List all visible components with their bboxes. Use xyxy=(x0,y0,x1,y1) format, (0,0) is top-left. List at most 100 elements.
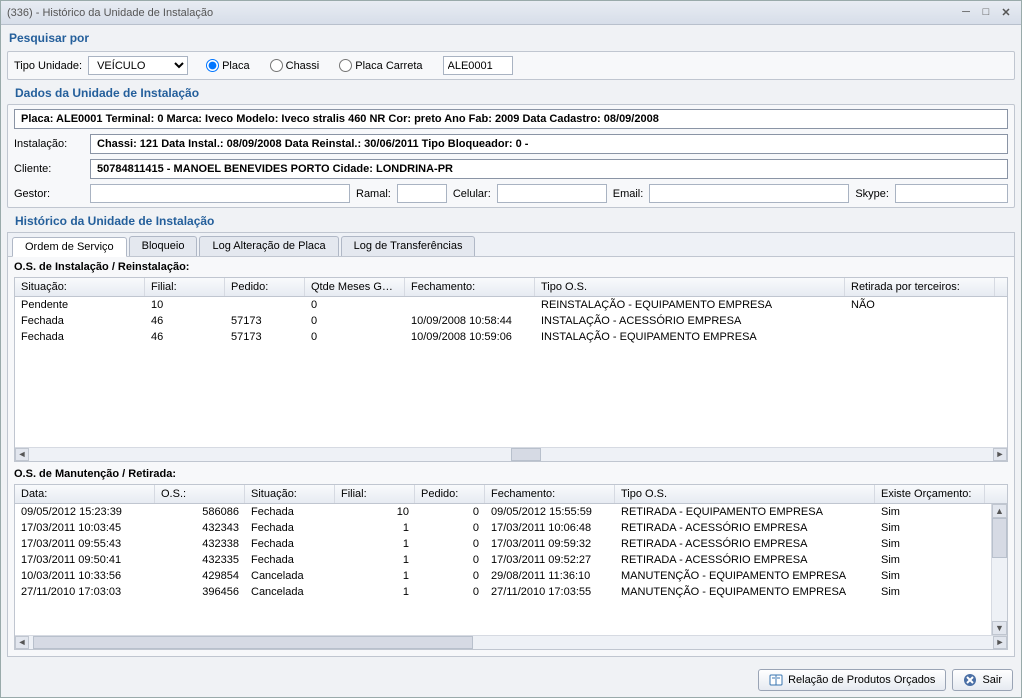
table-cell: 1 xyxy=(335,520,415,536)
celular-input[interactable] xyxy=(497,184,607,203)
grid2-vscroll[interactable]: ▲▼ xyxy=(991,504,1007,635)
table-cell: 10 xyxy=(335,504,415,520)
radio-chassi[interactable]: Chassi xyxy=(270,59,320,72)
table-cell: 17/03/2011 09:55:43 xyxy=(15,536,155,552)
radio-placa-carreta-input[interactable] xyxy=(339,59,352,72)
table-row[interactable]: Fechada4657173010/09/2008 10:58:44INSTAL… xyxy=(15,313,1007,329)
tab-log-alteracao-placa[interactable]: Log Alteração de Placa xyxy=(199,236,338,256)
grid1-header: Situação: Filial: Pedido: Qtde Meses Gar… xyxy=(15,278,1007,297)
skype-label: Skype: xyxy=(855,188,889,200)
table-cell: RETIRADA - EQUIPAMENTO EMPRESA xyxy=(615,504,875,520)
exit-icon xyxy=(963,673,977,687)
table-row[interactable]: 17/03/2011 09:55:43432338Fechada1017/03/… xyxy=(15,536,991,552)
radio-placa-carreta[interactable]: Placa Carreta xyxy=(339,59,422,72)
table-cell: 17/03/2011 09:59:32 xyxy=(485,536,615,552)
cliente-label: Cliente: xyxy=(14,163,84,175)
table-cell: Sim xyxy=(875,568,985,584)
table-cell: 10/09/2008 10:59:06 xyxy=(405,329,535,345)
install-panel: Placa: ALE0001 Terminal: 0 Marca: Iveco … xyxy=(7,104,1015,208)
table-cell xyxy=(225,297,305,313)
grid2-h-filial[interactable]: Filial: xyxy=(335,485,415,503)
table-cell: Cancelada xyxy=(245,568,335,584)
table-cell: Sim xyxy=(875,520,985,536)
table-cell: MANUTENÇÃO - EQUIPAMENTO EMPRESA xyxy=(615,584,875,600)
unit-type-select[interactable]: VEÍCULO xyxy=(88,56,188,75)
table-row[interactable]: 09/05/2012 15:23:39586086Fechada10009/05… xyxy=(15,504,991,520)
ramal-input[interactable] xyxy=(397,184,447,203)
vehicle-header-box: Placa: ALE0001 Terminal: 0 Marca: Iveco … xyxy=(14,109,1008,129)
table-row[interactable]: 17/03/2011 10:03:45432343Fechada1017/03/… xyxy=(15,520,991,536)
grid1-hscroll[interactable]: ◄► xyxy=(15,447,1007,461)
radio-placa[interactable]: Placa xyxy=(206,59,250,72)
grid2-h-data[interactable]: Data: xyxy=(15,485,155,503)
gestor-label: Gestor: xyxy=(14,188,84,200)
grid2-hscroll[interactable]: ◄► xyxy=(15,635,1007,649)
table-cell: REINSTALAÇÃO - EQUIPAMENTO EMPRESA xyxy=(535,297,845,313)
products-report-label: Relação de Produtos Orçados xyxy=(788,674,935,686)
grid2-body[interactable]: 09/05/2012 15:23:39586086Fechada10009/05… xyxy=(15,504,991,635)
table-cell: 17/03/2011 09:50:41 xyxy=(15,552,155,568)
gestor-input[interactable] xyxy=(90,184,350,203)
window-title: (336) - Histórico da Unidade de Instalaç… xyxy=(7,7,955,19)
table-row[interactable]: Pendente100REINSTALAÇÃO - EQUIPAMENTO EM… xyxy=(15,297,1007,313)
table-row[interactable]: 17/03/2011 09:50:41432335Fechada1017/03/… xyxy=(15,552,991,568)
grid2-h-situacao[interactable]: Situação: xyxy=(245,485,335,503)
grid1-body[interactable]: Pendente100REINSTALAÇÃO - EQUIPAMENTO EM… xyxy=(15,297,1007,447)
table-cell: INSTALAÇÃO - EQUIPAMENTO EMPRESA xyxy=(535,329,845,345)
close-button[interactable]: ✕ xyxy=(997,6,1015,20)
unit-type-label: Tipo Unidade: xyxy=(14,60,82,72)
table-cell: 46 xyxy=(145,329,225,345)
products-report-button[interactable]: Relação de Produtos Orçados xyxy=(758,669,946,691)
table-cell: 396456 xyxy=(155,584,245,600)
table-cell: NÃO xyxy=(845,297,995,313)
grid1-h-pedido[interactable]: Pedido: xyxy=(225,278,305,296)
table-cell: 0 xyxy=(415,552,485,568)
email-input[interactable] xyxy=(649,184,849,203)
table-cell: MANUTENÇÃO - EQUIPAMENTO EMPRESA xyxy=(615,568,875,584)
table-row[interactable]: Fechada4657173010/09/2008 10:59:06INSTAL… xyxy=(15,329,1007,345)
grid2-h-os[interactable]: O.S.: xyxy=(155,485,245,503)
grid1-h-tipo[interactable]: Tipo O.S. xyxy=(535,278,845,296)
main-window: (336) - Histórico da Unidade de Instalaç… xyxy=(0,0,1022,698)
grid2-h-tipo[interactable]: Tipo O.S. xyxy=(615,485,875,503)
grid2-h-fechamento[interactable]: Fechamento: xyxy=(485,485,615,503)
radio-placa-input[interactable] xyxy=(206,59,219,72)
grid1-h-fechamento[interactable]: Fechamento: xyxy=(405,278,535,296)
email-label: Email: xyxy=(613,188,644,200)
table-cell: 10/03/2011 10:33:56 xyxy=(15,568,155,584)
grid2-h-pedido[interactable]: Pedido: xyxy=(415,485,485,503)
table-cell: Sim xyxy=(875,552,985,568)
tab-log-transferencias[interactable]: Log de Transferências xyxy=(341,236,476,256)
minimize-button[interactable]: ─ xyxy=(957,6,975,20)
table-row[interactable]: 27/11/2010 17:03:03396456Cancelada1027/1… xyxy=(15,584,991,600)
maximize-button[interactable]: □ xyxy=(977,6,995,20)
ramal-label: Ramal: xyxy=(356,188,391,200)
exit-button[interactable]: Sair xyxy=(952,669,1013,691)
grid1-h-retirada[interactable]: Retirada por terceiros: xyxy=(845,278,995,296)
table-cell: 0 xyxy=(415,536,485,552)
grid1-h-filial[interactable]: Filial: xyxy=(145,278,225,296)
table-cell: 0 xyxy=(305,313,405,329)
grid1-h-situacao[interactable]: Situação: xyxy=(15,278,145,296)
table-cell: 0 xyxy=(305,329,405,345)
book-icon xyxy=(769,673,783,687)
table-cell: Fechada xyxy=(15,329,145,345)
table-row[interactable]: 10/03/2011 10:33:56429854Cancelada1029/0… xyxy=(15,568,991,584)
tab-bloqueio[interactable]: Bloqueio xyxy=(129,236,198,256)
table-cell: Fechada xyxy=(245,536,335,552)
tab-ordem-servico[interactable]: Ordem de Serviço xyxy=(12,237,127,257)
table-cell: 46 xyxy=(145,313,225,329)
table-cell: 57173 xyxy=(225,313,305,329)
table-cell: RETIRADA - ACESSÓRIO EMPRESA xyxy=(615,520,875,536)
table-cell: 1 xyxy=(335,584,415,600)
skype-input[interactable] xyxy=(895,184,1008,203)
table-cell: RETIRADA - ACESSÓRIO EMPRESA xyxy=(615,536,875,552)
table-cell: INSTALAÇÃO - ACESSÓRIO EMPRESA xyxy=(535,313,845,329)
grid1-h-qtde[interactable]: Qtde Meses Gar... xyxy=(305,278,405,296)
radio-chassi-input[interactable] xyxy=(270,59,283,72)
table-cell: 1 xyxy=(335,568,415,584)
grid2-h-orcamento[interactable]: Existe Orçamento: xyxy=(875,485,985,503)
table-cell: 432338 xyxy=(155,536,245,552)
search-input[interactable] xyxy=(443,56,513,75)
table-cell: Pendente xyxy=(15,297,145,313)
